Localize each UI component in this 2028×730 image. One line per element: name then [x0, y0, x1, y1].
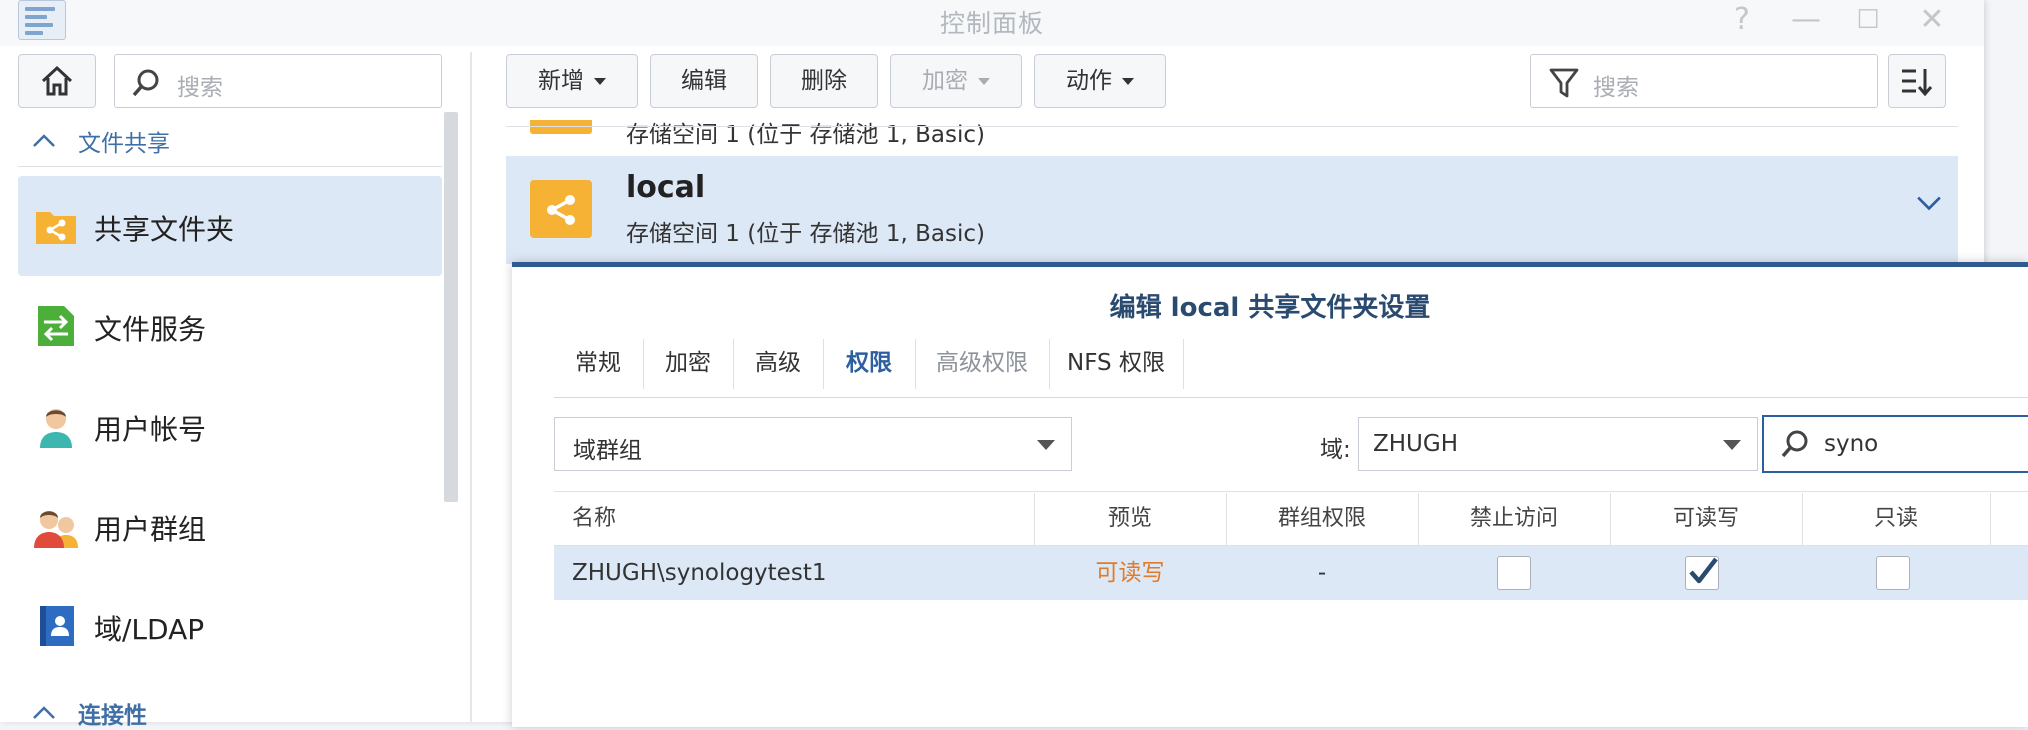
tabs-underline [554, 397, 2028, 398]
list-divider [506, 126, 1958, 127]
sidebar-item-file-services[interactable]: 文件服务 [18, 276, 442, 376]
encrypt-button-label: 加密 [922, 68, 968, 94]
shared-folder-location: 存储空间 1 (位于 存储池 1, Basic) [626, 122, 985, 148]
sidebar-item-label: 域/LDAP [94, 613, 205, 646]
no-access-checkbox[interactable] [1497, 556, 1531, 590]
domain-ldap-icon [40, 606, 74, 646]
help-icon[interactable]: ? [1722, 2, 1762, 38]
cell-group-permission: - [1317, 560, 1327, 586]
create-button-label: 新增 [538, 68, 584, 94]
table-header-top-border [554, 491, 2028, 492]
create-button[interactable]: 新增 [506, 54, 638, 108]
folder-icon [530, 120, 592, 134]
shared-folder-icon [36, 212, 76, 244]
edit-button-label: 编辑 [681, 68, 727, 94]
sort-button[interactable] [1888, 54, 1946, 108]
user-group-icon [34, 511, 78, 548]
sidebar-item-label: 用户帐号 [94, 413, 207, 446]
sidebar-item-label: 共享文件夹 [94, 213, 235, 246]
tab-encryption[interactable]: 加密 [644, 339, 732, 389]
filter-search-input[interactable]: 搜索 [1530, 54, 1878, 108]
action-button[interactable]: 动作 [1034, 54, 1166, 108]
sidebar-search-input[interactable]: 搜索 [114, 54, 442, 108]
filter-icon [1549, 68, 1579, 98]
user-account-icon [40, 409, 72, 448]
file-services-icon [38, 306, 74, 346]
dropdown-arrow-icon [1723, 440, 1741, 450]
sidebar-item-user-account[interactable]: 用户帐号 [18, 376, 442, 476]
sidebar-item-user-group[interactable]: 用户群组 [18, 476, 442, 576]
sidebar-search-placeholder: 搜索 [177, 75, 223, 101]
edit-shared-folder-dialog: 编辑 local 共享文件夹设置 常规 加密 高级 权限 高级权限 NFS 权限… [512, 262, 2028, 727]
filter-search-placeholder: 搜索 [1593, 75, 1639, 101]
cell-name: ZHUGH\synologytest1 [572, 560, 827, 586]
read-write-checkbox[interactable] [1685, 556, 1719, 590]
action-button-label: 动作 [1066, 68, 1112, 94]
section-divider [18, 166, 442, 167]
home-icon [41, 65, 73, 96]
sidebar-scrollbar[interactable] [444, 112, 458, 502]
sidebar-item-shared-folder[interactable]: 共享文件夹 [18, 176, 442, 276]
minimize-icon[interactable]: — [1786, 2, 1826, 38]
column-separator [1990, 493, 1991, 545]
section-file-sharing[interactable]: 文件共享 [30, 124, 450, 157]
domain-value: ZHUGH [1373, 431, 1459, 457]
sort-descending-icon [1902, 69, 1933, 97]
delete-button-label: 删除 [801, 68, 847, 94]
tab-nfs-permissions[interactable]: NFS 权限 [1050, 339, 1182, 389]
edit-button[interactable]: 编辑 [650, 54, 758, 108]
close-icon[interactable]: ✕ [1912, 2, 1952, 38]
column-header-read-only[interactable]: 只读 [1803, 493, 1989, 545]
dialog-title: 编辑 local 共享文件夹设置 [1109, 293, 1431, 323]
shared-folder-row-local[interactable]: local 存储空间 1 (位于 存储池 1, Basic) [506, 156, 1958, 264]
search-icon [132, 69, 159, 97]
tab-permissions[interactable]: 权限 [824, 339, 914, 389]
chevron-up-icon [33, 706, 55, 719]
dropdown-arrow-icon [1037, 440, 1055, 450]
column-header-preview[interactable]: 预览 [1035, 493, 1225, 545]
column-header-group-permission[interactable]: 群组权限 [1227, 493, 1417, 545]
caret-down-icon [594, 78, 606, 85]
search-icon [1781, 430, 1808, 458]
checkmark-icon [1689, 557, 1718, 584]
tab-general[interactable]: 常规 [554, 339, 642, 389]
chevron-up-icon [33, 134, 55, 147]
title-bar[interactable]: 控制面板 ? — ☐ ✕ [0, 0, 1984, 46]
caret-down-icon [1122, 78, 1134, 85]
chevron-down-icon[interactable] [1916, 194, 1942, 212]
maximize-icon[interactable]: ☐ [1848, 2, 1888, 38]
tab-advanced-permissions[interactable]: 高级权限 [916, 339, 1048, 389]
domain-select[interactable]: ZHUGH [1358, 417, 1758, 471]
sidebar: 搜索 文件共享 共享文件夹 文件服务 用户帐号 用户群组 域/LDAP 连接性 [0, 46, 470, 729]
section-connectivity[interactable]: 连接性 [30, 696, 450, 729]
user-search-input[interactable]: syno [1762, 415, 2028, 473]
sidebar-item-label: 文件服务 [94, 313, 207, 346]
column-header-no-access[interactable]: 禁止访问 [1419, 493, 1609, 545]
principal-type-value: 域群组 [573, 438, 642, 464]
encrypt-button[interactable]: 加密 [890, 54, 1022, 108]
shared-folder-icon [530, 180, 592, 238]
delete-button[interactable]: 删除 [770, 54, 878, 108]
column-header-name[interactable]: 名称 [572, 493, 892, 545]
caret-down-icon [978, 78, 990, 85]
user-search-value: syno [1824, 431, 1879, 457]
section-label: 连接性 [78, 703, 147, 729]
read-only-checkbox[interactable] [1876, 556, 1910, 590]
principal-type-select[interactable]: 域群组 [554, 417, 1072, 471]
shared-folder-name: local [626, 170, 706, 205]
column-header-read-write[interactable]: 可读写 [1611, 493, 1801, 545]
tab-advanced[interactable]: 高级 [734, 339, 822, 389]
home-button[interactable] [18, 54, 96, 108]
tab-separator [1183, 339, 1184, 389]
cell-preview: 可读写 [1095, 560, 1165, 586]
sidebar-divider [470, 52, 472, 722]
shared-folder-location: 存储空间 1 (位于 存储池 1, Basic) [626, 221, 985, 247]
window-title: 控制面板 [939, 9, 1044, 38]
sidebar-item-domain-ldap[interactable]: 域/LDAP [18, 576, 442, 676]
sidebar-item-label: 用户群组 [94, 513, 207, 546]
section-label: 文件共享 [78, 131, 170, 157]
domain-label: 域: [1320, 437, 1351, 463]
